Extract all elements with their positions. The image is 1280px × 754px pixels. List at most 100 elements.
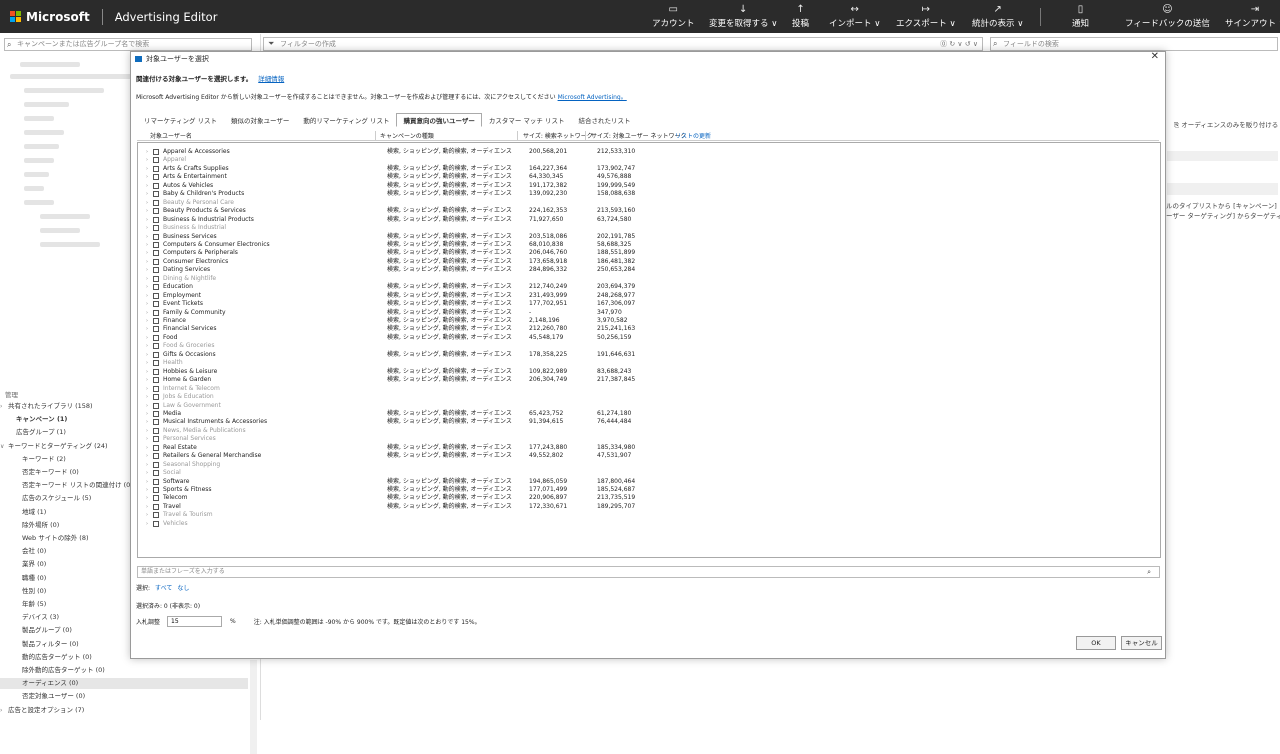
expand-arrow-icon[interactable]: › [146,461,148,469]
tree-item[interactable]: 除外動的広告ターゲット (0) [22,665,105,676]
tree-toggle-icon[interactable]: › [0,705,8,716]
audience-checkbox[interactable] [153,292,159,299]
audience-row[interactable]: › Personal Services [138,435,1160,443]
tree-item[interactable]: キャンペーン (1) [16,414,67,425]
audience-checkbox[interactable] [153,225,159,232]
tree-item[interactable]: 製品フィルター (0) [22,639,79,650]
audience-checkbox[interactable] [153,503,159,510]
search-icon[interactable]: ⌕ [1147,567,1151,577]
audience-row[interactable]: › Food 検索, ショッピング, 動的検索, オーディエンス 45,548,179… [138,334,1160,342]
audience-tab[interactable]: 類似の対象ユーザー [224,113,296,127]
tree-item[interactable]: Web サイトの除外 (8) [22,533,89,544]
audience-row[interactable]: › Law & Government [138,402,1160,410]
expand-arrow-icon[interactable]: › [146,376,148,384]
expand-arrow-icon[interactable]: › [146,309,148,317]
expand-arrow-icon[interactable]: › [146,199,148,207]
expand-arrow-icon[interactable]: › [146,427,148,435]
audience-row[interactable]: › Telecom 検索, ショッピング, 動的検索, オーディエンス 220,906… [138,494,1160,502]
audience-tab[interactable]: リマーケティング リスト [137,113,224,127]
tree-item[interactable]: 業界 (0) [22,559,46,570]
tree-item[interactable]: 製品グループ (0) [22,625,72,636]
audience-row[interactable]: › Media 検索, ショッピング, 動的検索, オーディエンス 65,423,75… [138,410,1160,418]
expand-arrow-icon[interactable]: › [146,342,148,350]
learn-more-link[interactable]: 詳細情報 [258,75,284,83]
tree-toggle-icon[interactable]: › [0,401,8,412]
expand-arrow-icon[interactable]: › [146,444,148,452]
audience-checkbox[interactable] [153,199,159,206]
audience-checkbox[interactable] [153,250,159,257]
field-search-input[interactable]: ⌕ フィールドの検索 [990,37,1278,51]
import-button[interactable]: ↔ インポート ∨ [829,4,880,29]
audience-checkbox[interactable] [153,419,159,426]
expand-arrow-icon[interactable]: › [146,173,148,181]
audience-checkbox[interactable] [153,165,159,172]
column-audience-name[interactable]: 対象ユーザー名 [150,131,192,140]
tree-item[interactable]: 性別 (0) [22,586,46,597]
audience-checkbox[interactable] [153,275,159,282]
expand-arrow-icon[interactable]: › [146,224,148,232]
expand-arrow-icon[interactable]: › [146,478,148,486]
audience-row[interactable]: › Beauty Products & Services 検索, ショッピング, 動… [138,207,1160,215]
tree-item[interactable]: 会社 (0) [22,546,46,557]
paste-audiences-link[interactable]: ⎘ オーディエンスのみを販り付ける [1174,119,1278,130]
phrase-filter-input[interactable]: 単語またはフレーズを入力する ⌕ [137,566,1160,578]
tree-item[interactable]: 否定キーワード リストの関連付け (0) [22,480,133,491]
audience-row[interactable]: › Home & Garden 検索, ショッピング, 動的検索, オーディエンス 2… [138,376,1160,384]
expand-arrow-icon[interactable]: › [146,258,148,266]
expand-arrow-icon[interactable]: › [146,351,148,359]
audience-checkbox[interactable] [153,326,159,333]
audience-row[interactable]: › Jobs & Education [138,393,1160,401]
expand-arrow-icon[interactable]: › [146,233,148,241]
audience-checkbox[interactable] [153,377,159,384]
tree-item[interactable]: 広告のスケジュール (5) [22,493,91,504]
expand-arrow-icon[interactable]: › [146,325,148,333]
tree-item[interactable]: 年齢 (5) [22,599,46,610]
audience-checkbox[interactable] [153,241,159,248]
tree-item[interactable]: 広告グループ (1) [16,427,66,438]
filter-actions[interactable]: ⓪ ↻ ∨ ↺ ∨ [940,38,978,50]
audience-row[interactable]: › Food & Groceries [138,342,1160,350]
cancel-button[interactable]: キャンセル [1121,636,1162,650]
expand-arrow-icon[interactable]: › [146,368,148,376]
expand-arrow-icon[interactable]: › [146,503,148,511]
expand-arrow-icon[interactable]: › [146,317,148,325]
audience-row[interactable]: › Social [138,469,1160,477]
tree-item[interactable]: デバイス (3) [22,612,59,623]
audience-checkbox[interactable] [153,149,159,155]
expand-arrow-icon[interactable]: › [146,520,148,528]
audience-row[interactable]: › Employment 検索, ショッピング, 動的検索, オーディエンス 231,… [138,292,1160,300]
expand-arrow-icon[interactable]: › [146,393,148,401]
audience-row[interactable]: › Business & Industrial [138,224,1160,232]
post-button[interactable]: ↑ 投稿 [792,4,809,29]
audience-checkbox[interactable] [153,208,159,215]
audience-tab[interactable]: 動的リマーケティング リスト [296,113,396,127]
audience-row[interactable]: › Sports & Fitness 検索, ショッピング, 動的検索, オーディエ… [138,486,1160,494]
expand-arrow-icon[interactable]: › [146,385,148,393]
audience-row[interactable]: › Real Estate 検索, ショッピング, 動的検索, オーディエンス 177… [138,444,1160,452]
expand-arrow-icon[interactable]: › [146,435,148,443]
audience-checkbox[interactable] [153,258,159,265]
expand-arrow-icon[interactable]: › [146,410,148,418]
audience-row[interactable]: › Software 検索, ショッピング, 動的検索, オーディエンス 194,86… [138,478,1160,486]
tree-item[interactable]: 動的広告ターゲット (0) [22,652,92,663]
audience-row[interactable]: › Musical Instruments & Accessories 検索, ショ… [138,418,1160,426]
export-button[interactable]: ↦ エクスポート ∨ [896,4,956,29]
audience-checkbox[interactable] [153,318,159,324]
audience-checkbox[interactable] [153,495,159,502]
audience-checkbox[interactable] [153,182,159,189]
audience-row[interactable]: › Finance 検索, ショッピング, 動的検索, オーディエンス 2,148,1… [138,317,1160,325]
audience-tab[interactable]: カスタマー マッチ リスト [482,113,572,127]
expand-arrow-icon[interactable]: › [146,402,148,410]
refresh-list-link[interactable]: リストの更新 [675,131,711,140]
audience-row[interactable]: › Vehicles [138,520,1160,528]
tree-item[interactable]: 否定キーワード (0) [22,467,79,478]
tree-item[interactable]: ∨ キーワードとターゲティング (24) [0,441,108,452]
audience-checkbox[interactable] [153,487,159,493]
audience-checkbox[interactable] [153,385,159,392]
audience-checkbox[interactable] [153,461,159,468]
audience-checkbox[interactable] [153,351,159,358]
audience-checkbox[interactable] [153,191,159,198]
audience-checkbox[interactable] [153,478,159,485]
audience-checkbox[interactable] [153,174,159,181]
expand-arrow-icon[interactable]: › [146,216,148,224]
